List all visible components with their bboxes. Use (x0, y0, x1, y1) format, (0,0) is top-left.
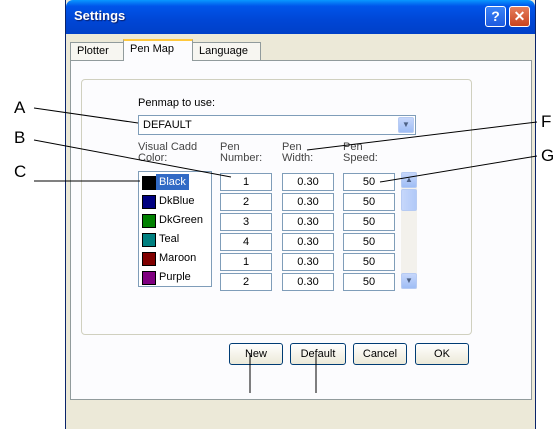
help-icon: ? (491, 8, 500, 24)
settings-dialog: Settings ? ✕ Plotter Pen Map Language Pe… (65, 0, 536, 429)
pen-width-field[interactable]: 0.30 (282, 193, 334, 211)
color-name: DkBlue (159, 195, 195, 207)
header-color-line2: Color: (138, 152, 168, 164)
pen-number-field[interactable]: 2 (220, 273, 272, 291)
callout-b: B (14, 128, 26, 147)
penmap-value: DEFAULT (143, 119, 192, 131)
color-name: DkGreen (159, 214, 204, 226)
pen-width-field[interactable]: 0.30 (282, 233, 334, 251)
color-name: Black (156, 174, 189, 190)
list-item[interactable]: Black (139, 173, 211, 191)
color-name: Maroon (159, 252, 197, 264)
chevron-up-icon[interactable]: ▲ (401, 172, 417, 188)
callout-c: C (14, 162, 27, 181)
chevron-down-icon[interactable]: ▼ (398, 117, 414, 133)
color-list[interactable]: Black DkBlue DkGreen Teal Maroon Purple (138, 171, 212, 287)
color-swatch (142, 233, 156, 247)
list-item[interactable]: Purple (139, 268, 211, 286)
pen-number-field[interactable]: 2 (220, 193, 272, 211)
pen-width-field[interactable]: 0.30 (282, 253, 334, 271)
pen-speed-field[interactable]: 50 (343, 233, 395, 251)
tab-pen-map[interactable]: Pen Map (123, 39, 193, 61)
pen-list-scrollbar[interactable]: ▲ ▼ (401, 172, 417, 289)
ok-button[interactable]: OK (415, 343, 469, 365)
tab-plotter[interactable]: Plotter (70, 42, 124, 61)
pen-width-field[interactable]: 0.30 (282, 273, 334, 291)
pen-number-field[interactable]: 3 (220, 213, 272, 231)
pen-number-field[interactable]: 1 (220, 173, 272, 191)
help-button[interactable]: ? (485, 6, 506, 27)
color-name: Teal (159, 233, 180, 245)
list-item[interactable]: DkBlue (139, 192, 211, 210)
penmap-label: Penmap to use: (138, 97, 216, 109)
pen-width-field[interactable]: 0.30 (282, 173, 334, 191)
color-swatch (142, 271, 156, 285)
pen-number-field[interactable]: 4 (220, 233, 272, 251)
pen-speed-field[interactable]: 50 (343, 213, 395, 231)
callout-g: G (541, 146, 555, 165)
header-number-line2: Number: (220, 152, 263, 164)
list-item[interactable]: Maroon (139, 249, 211, 267)
pen-map-panel: Penmap to use: DEFAULT ▼ Visual Cadd Col… (70, 60, 532, 400)
pen-width-field[interactable]: 0.30 (282, 213, 334, 231)
default-button[interactable]: Default (290, 343, 346, 365)
color-swatch (142, 195, 156, 209)
cancel-button[interactable]: Cancel (353, 343, 407, 365)
title-bar[interactable]: Settings ? ✕ (66, 0, 535, 34)
close-button[interactable]: ✕ (509, 6, 530, 27)
list-item[interactable]: DkGreen (139, 211, 211, 229)
color-swatch (142, 214, 156, 228)
pen-speed-field[interactable]: 50 (343, 273, 395, 291)
header-width-line2: Width: (282, 152, 314, 164)
pen-map-group: Penmap to use: DEFAULT ▼ Visual Cadd Col… (81, 79, 472, 335)
scroll-thumb[interactable] (401, 189, 417, 211)
pen-speed-field[interactable]: 50 (343, 173, 395, 191)
color-swatch (142, 252, 156, 266)
callout-f: F (541, 112, 552, 131)
callout-a: A (14, 98, 26, 117)
color-name: Purple (159, 271, 191, 283)
color-swatch (142, 176, 156, 190)
pen-speed-field[interactable]: 50 (343, 193, 395, 211)
new-button[interactable]: New (229, 343, 283, 365)
pen-speed-field[interactable]: 50 (343, 253, 395, 271)
pen-number-field[interactable]: 1 (220, 253, 272, 271)
chevron-down-icon[interactable]: ▼ (401, 273, 417, 289)
tab-language[interactable]: Language (192, 42, 261, 61)
close-icon: ✕ (513, 8, 526, 24)
dialog-title: Settings (74, 8, 126, 23)
list-item[interactable]: Teal (139, 230, 211, 248)
header-speed-line2: Speed: (343, 152, 378, 164)
penmap-select[interactable]: DEFAULT ▼ (138, 115, 416, 135)
